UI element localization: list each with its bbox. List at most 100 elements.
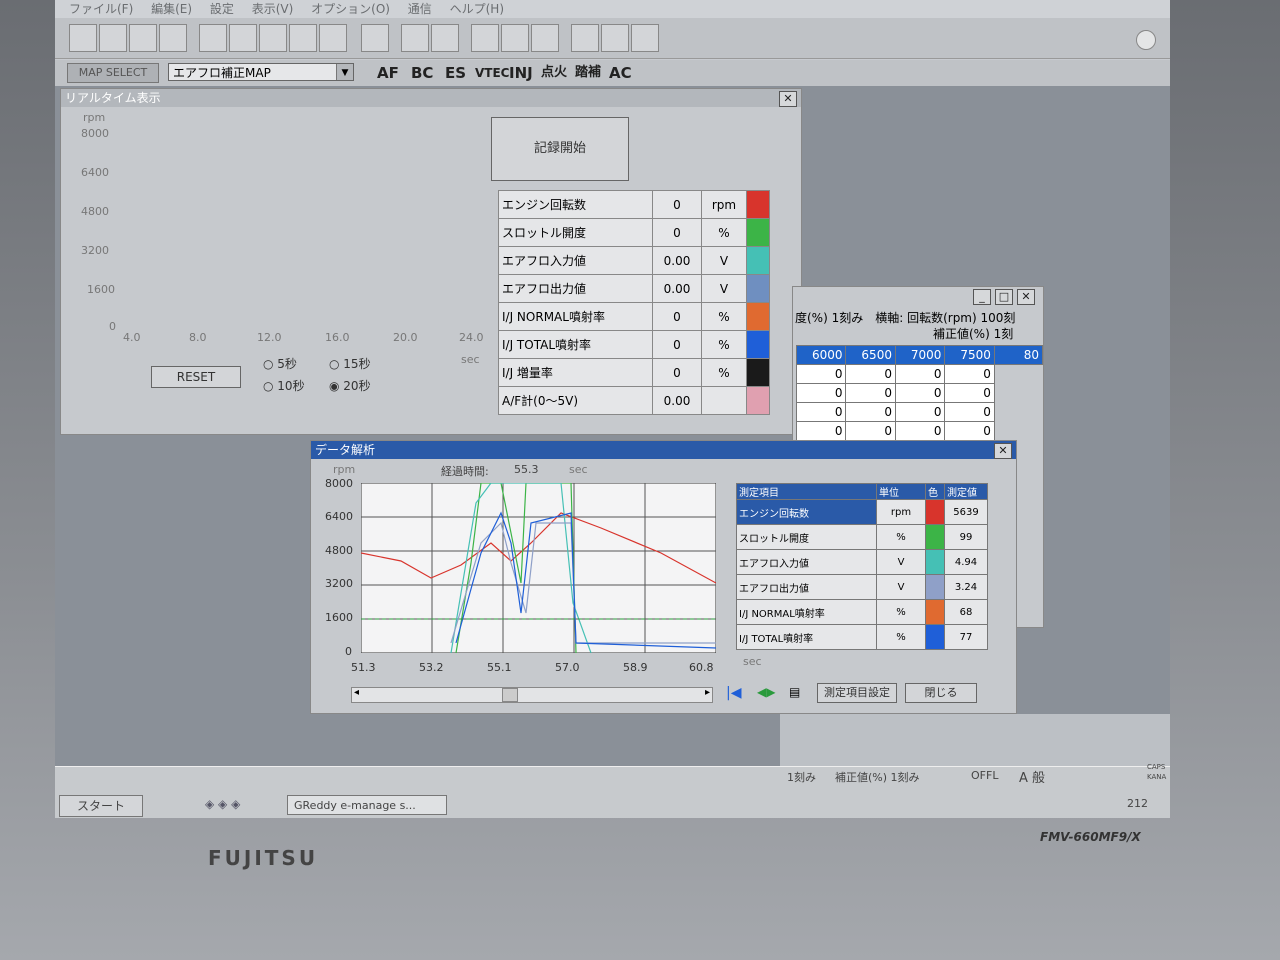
mode-es-button[interactable]: ES <box>445 62 466 84</box>
meter-icon[interactable] <box>431 24 459 52</box>
map-combo[interactable]: エアフロ補正MAP ▼ <box>168 63 354 81</box>
map-column-header[interactable]: 6500 <box>845 345 896 365</box>
map-cell[interactable]: 0 <box>845 421 896 441</box>
analysis-row[interactable]: スロットル開度% 99 <box>736 524 988 550</box>
analysis-row[interactable]: エアフロ入力値 V 4.94 <box>736 549 988 575</box>
radio-20sec[interactable]: ◉ 20秒 <box>329 377 371 394</box>
mode-ac-button[interactable]: AC <box>609 62 632 84</box>
ecu-write-icon[interactable] <box>601 24 629 52</box>
close-icon[interactable]: ✕ <box>994 443 1012 459</box>
car-icon[interactable] <box>401 24 429 52</box>
menu-comm[interactable]: 通信 <box>408 2 432 16</box>
param-name: エアフロ出力値 <box>498 274 653 303</box>
param-color-swatch[interactable] <box>746 274 770 303</box>
map-column-header[interactable]: 7000 <box>894 345 946 365</box>
map-column-header[interactable]: 7500 <box>944 345 995 365</box>
param-color-swatch[interactable] <box>746 190 770 219</box>
map-column-header[interactable]: 80 <box>993 345 1044 365</box>
scroll-left-icon[interactable]: ◂ <box>354 687 359 698</box>
rewind-icon[interactable]: |◀ <box>726 685 741 701</box>
map-cell[interactable]: 0 <box>845 364 896 384</box>
map-cell[interactable]: 0 <box>894 402 946 422</box>
printer-icon[interactable]: ▤ <box>789 685 800 699</box>
map-column-header[interactable]: 6000 <box>795 345 847 365</box>
map-cell[interactable]: 0 <box>845 383 896 403</box>
analysis-item-name: スロットル開度 <box>736 524 877 550</box>
reset-button[interactable]: RESET <box>151 366 241 388</box>
redo-icon[interactable] <box>319 24 347 52</box>
analysis-row[interactable]: エンジン回転数 rpm 5639 <box>736 499 988 525</box>
param-color-swatch[interactable] <box>746 386 770 415</box>
analysis-row[interactable]: エアフロ出力値 V 3.24 <box>736 574 988 600</box>
radio-5sec[interactable]: ○ 5秒 <box>263 355 297 372</box>
new-file-icon[interactable] <box>69 24 97 52</box>
param-color-swatch[interactable] <box>746 246 770 275</box>
ime-indicator[interactable]: A 般 <box>1019 767 1045 786</box>
close-icon[interactable]: ✕ <box>1017 289 1035 305</box>
menu-file[interactable]: ファイル(F) <box>69 2 133 16</box>
analysis-item-name: I/J NORMAL噴射率 <box>736 599 877 625</box>
param-color-swatch[interactable] <box>746 358 770 387</box>
minimize-icon[interactable]: _ <box>973 289 991 305</box>
undo-icon[interactable] <box>289 24 317 52</box>
map-cell[interactable]: 0 <box>944 364 995 384</box>
param-color-swatch[interactable] <box>746 218 770 247</box>
mode-ignition-button[interactable]: 点火 <box>541 62 567 84</box>
menu-options[interactable]: オプション(O) <box>311 2 390 16</box>
save-icon[interactable] <box>129 24 157 52</box>
mode-step-button[interactable]: 踏補 <box>575 62 601 84</box>
map-cell[interactable]: 0 <box>944 383 995 403</box>
copy-icon[interactable] <box>229 24 257 52</box>
mode-bc-button[interactable]: BC <box>411 62 433 84</box>
map-cell[interactable]: 0 <box>894 421 946 441</box>
radio-10sec[interactable]: ○ 10秒 <box>263 377 305 394</box>
open-folder-icon[interactable] <box>99 24 127 52</box>
cut-icon[interactable] <box>199 24 227 52</box>
param-color-swatch[interactable] <box>746 330 770 359</box>
measure-settings-button[interactable]: 測定項目設定 <box>817 683 897 703</box>
monitor-icon[interactable] <box>501 24 529 52</box>
menu-help[interactable]: ヘルプ(H) <box>450 2 504 16</box>
param-value: 0.00 <box>652 274 702 303</box>
analysis-row[interactable]: I/J NORMAL噴射率% 68 <box>736 599 988 625</box>
map-table-icon[interactable] <box>361 24 389 52</box>
mode-inj-button[interactable]: INJ <box>509 62 533 84</box>
map-cell[interactable]: 0 <box>795 383 847 403</box>
map-cell[interactable]: 0 <box>894 383 946 403</box>
map-cell[interactable]: 0 <box>845 402 896 422</box>
analysis-row[interactable]: I/J TOTAL噴射率% 77 <box>736 624 988 650</box>
menu-edit[interactable]: 編集(E) <box>151 2 192 16</box>
map-select-button[interactable]: MAP SELECT <box>67 63 159 83</box>
maximize-icon[interactable]: □ <box>995 289 1013 305</box>
map-cell[interactable]: 0 <box>894 364 946 384</box>
chevron-down-icon[interactable]: ▼ <box>336 64 353 80</box>
map-cell[interactable]: 0 <box>795 402 847 422</box>
analysis-scrollbar[interactable]: ◂ ▸ <box>351 687 713 703</box>
quicklaunch-icon[interactable]: ◈ ◈ ◈ <box>205 797 240 811</box>
scroll-thumb[interactable] <box>502 688 518 702</box>
record-start-button[interactable]: 記録開始 <box>491 117 629 181</box>
mode-af-button[interactable]: AF <box>377 62 399 84</box>
map-cell[interactable]: 0 <box>795 421 847 441</box>
close-icon[interactable]: ✕ <box>779 91 797 107</box>
menu-settings[interactable]: 設定 <box>210 2 234 16</box>
print-icon[interactable] <box>159 24 187 52</box>
radio-15sec[interactable]: ○ 15秒 <box>329 355 371 372</box>
menu-view[interactable]: 表示(V) <box>252 2 294 16</box>
graph-icon[interactable] <box>471 24 499 52</box>
close-button[interactable]: 閉じる <box>905 683 977 703</box>
mode-vtec-button[interactable]: VTEC <box>475 62 509 84</box>
taskbar-app-button[interactable]: GReddy e-manage s... <box>287 795 447 815</box>
map-cell[interactable]: 0 <box>944 421 995 441</box>
scroll-right-icon[interactable]: ▸ <box>705 687 710 698</box>
start-button[interactable]: スタート <box>59 795 143 817</box>
chart-icon[interactable] <box>531 24 559 52</box>
play-icon[interactable]: ◀▶ <box>757 685 775 699</box>
ecu-read-icon[interactable] <box>571 24 599 52</box>
map-cell[interactable]: 0 <box>795 364 847 384</box>
rt-ytick: 6400 <box>81 166 109 179</box>
param-color-swatch[interactable] <box>746 302 770 331</box>
map-cell[interactable]: 0 <box>944 402 995 422</box>
paste-icon[interactable] <box>259 24 287 52</box>
ecu-compare-icon[interactable] <box>631 24 659 52</box>
